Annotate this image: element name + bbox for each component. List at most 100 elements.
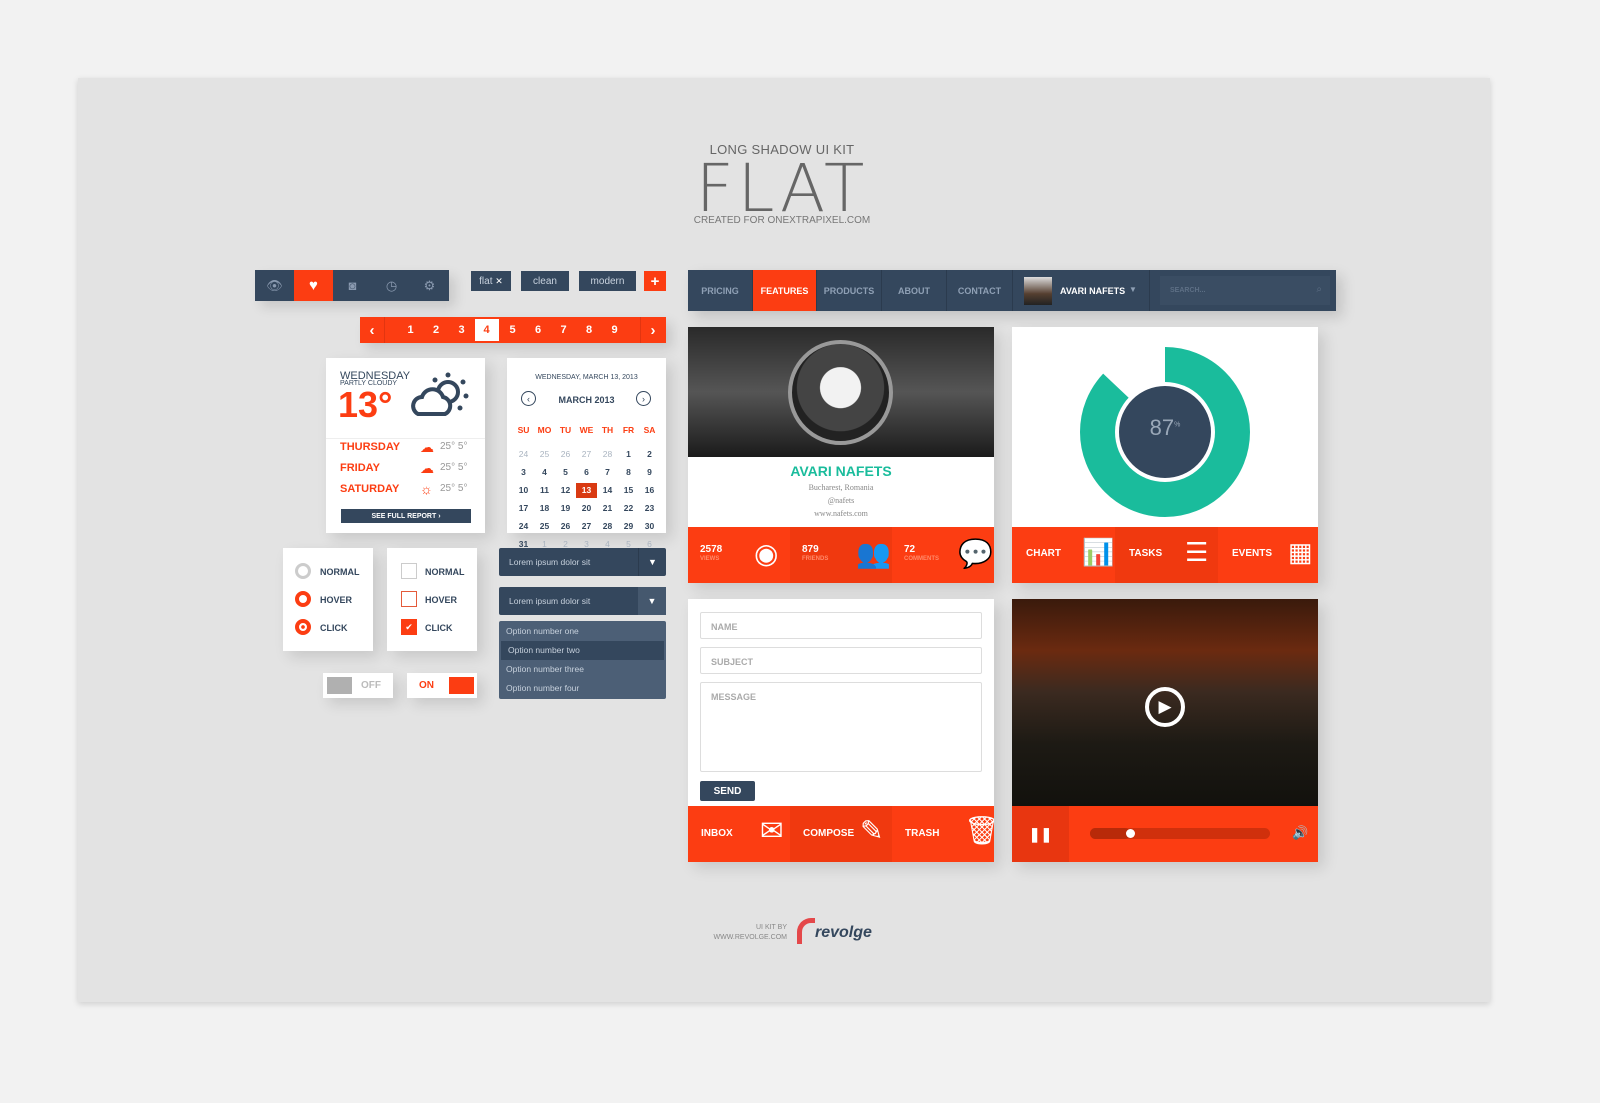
nav-about[interactable]: ABOUT xyxy=(882,270,947,311)
calendar-day[interactable]: 25 xyxy=(534,519,555,534)
calendar-day[interactable]: 27 xyxy=(576,447,597,462)
calendar-day[interactable]: 20 xyxy=(576,501,597,516)
search-icon[interactable]: ⌕ xyxy=(1316,284,1322,295)
stat-friends[interactable]: 879 FRIENDS 👥 xyxy=(790,527,892,583)
calendar-day[interactable]: 12 xyxy=(555,483,576,498)
volume-icon[interactable]: 🔊 xyxy=(1292,825,1308,841)
calendar-day[interactable]: 23 xyxy=(639,501,660,516)
calendar-day[interactable]: 15 xyxy=(618,483,639,498)
dropdown-option[interactable]: Option number three xyxy=(499,660,666,679)
tag-flat[interactable]: flat ✕ xyxy=(471,271,511,291)
calendar-day[interactable]: 14 xyxy=(597,483,618,498)
close-icon[interactable]: ✕ xyxy=(495,276,503,287)
gear-icon[interactable]: ⚙ xyxy=(410,270,449,301)
heart-icon[interactable]: ♥ xyxy=(294,270,333,301)
calendar-day[interactable]: 3 xyxy=(513,465,534,480)
dropdown-option[interactable]: Option number two xyxy=(501,641,664,660)
mail-compose[interactable]: COMPOSE ✎ xyxy=(790,806,892,862)
message-textarea[interactable]: MESSAGE xyxy=(700,682,982,772)
calendar-day[interactable]: 7 xyxy=(597,465,618,480)
calendar-day[interactable]: 1 xyxy=(618,447,639,462)
radio-button[interactable] xyxy=(295,591,311,607)
calendar-day[interactable]: 2 xyxy=(639,447,660,462)
user-menu[interactable]: AVARI NAFETS ▼ xyxy=(1013,270,1150,311)
search-input[interactable]: SEARCH... ⌕ xyxy=(1160,276,1330,305)
widget-events[interactable]: EVENTS ▦ xyxy=(1218,527,1318,583)
page-8[interactable]: 8 xyxy=(577,317,602,343)
calendar-day[interactable]: 8 xyxy=(618,465,639,480)
calendar-day[interactable]: 22 xyxy=(618,501,639,516)
calendar-day[interactable]: 19 xyxy=(555,501,576,516)
profile-handle[interactable]: @nafets xyxy=(688,496,994,505)
widget-chart[interactable]: CHART 📊 xyxy=(1012,527,1115,583)
calendar-day[interactable]: 28 xyxy=(597,519,618,534)
calendar-day[interactable]: 16 xyxy=(639,483,660,498)
caret-down-icon[interactable]: ▼ xyxy=(638,548,666,576)
calendar-day[interactable]: 6 xyxy=(576,465,597,480)
page-5[interactable]: 5 xyxy=(500,317,525,343)
dropdown-closed[interactable]: Lorem ipsum dolor sit ▼ xyxy=(499,548,666,576)
seek-handle[interactable] xyxy=(1126,829,1135,838)
mail-trash[interactable]: TRASH 🗑 xyxy=(892,806,994,862)
clock-icon[interactable]: ◷ xyxy=(372,270,411,301)
tag-modern[interactable]: modern xyxy=(579,271,636,291)
page-9[interactable]: 9 xyxy=(602,317,627,343)
checkbox[interactable] xyxy=(401,563,417,579)
calendar-day[interactable]: 26 xyxy=(555,519,576,534)
calendar-day[interactable]: 10 xyxy=(513,483,534,498)
calendar-day[interactable]: 26 xyxy=(555,447,576,462)
page-4[interactable]: 4 xyxy=(474,319,499,341)
stat-views[interactable]: 2578 VIEWS ◉ xyxy=(688,527,790,583)
toggle-on[interactable]: ON xyxy=(407,673,477,698)
calendar-day[interactable]: 30 xyxy=(639,519,660,534)
dropdown-open[interactable]: Lorem ipsum dolor sit ▼ xyxy=(499,587,666,615)
checkbox[interactable]: ✔ xyxy=(401,619,417,635)
nav-products[interactable]: PRODUCTS xyxy=(817,270,882,311)
add-tag-button[interactable]: + xyxy=(644,271,666,291)
calendar-day[interactable]: 24 xyxy=(513,519,534,534)
nav-pricing[interactable]: PRICING xyxy=(688,270,753,311)
calendar-day[interactable]: 24 xyxy=(513,447,534,462)
send-button[interactable]: SEND xyxy=(700,781,755,801)
profile-website[interactable]: www.nafets.com xyxy=(688,509,994,518)
dropdown-option[interactable]: Option number one xyxy=(499,622,666,641)
calendar-day[interactable]: 25 xyxy=(534,447,555,462)
calendar-day[interactable]: 13 xyxy=(576,483,597,498)
page-3[interactable]: 3 xyxy=(449,317,474,343)
next-month-button[interactable]: › xyxy=(636,391,651,406)
name-input[interactable]: NAME xyxy=(700,612,982,639)
page-7[interactable]: 7 xyxy=(551,317,576,343)
caret-down-icon[interactable]: ▼ xyxy=(638,587,666,615)
calendar-day[interactable]: 27 xyxy=(576,519,597,534)
camera-icon[interactable]: ◙ xyxy=(333,270,372,301)
footer-url[interactable]: WWW.REVOLGE.COM xyxy=(650,934,788,941)
play-icon[interactable]: ▶ xyxy=(1145,687,1185,727)
calendar-day[interactable]: 29 xyxy=(618,519,639,534)
subject-input[interactable]: SUBJECT xyxy=(700,647,982,674)
calendar-day[interactable]: 21 xyxy=(597,501,618,516)
eye-icon[interactable]: 👁 xyxy=(255,270,294,301)
radio-button[interactable] xyxy=(295,619,311,635)
see-full-report-button[interactable]: SEE FULL REPORT › xyxy=(341,509,471,523)
nav-features[interactable]: FEATURES xyxy=(753,270,817,311)
widget-tasks[interactable]: TASKS ☰ xyxy=(1115,527,1218,583)
page-1[interactable]: 1 xyxy=(398,317,423,343)
calendar-day[interactable]: 11 xyxy=(534,483,555,498)
tag-clean[interactable]: clean xyxy=(521,271,569,291)
stat-comments[interactable]: 72 COMMENTS 💬 xyxy=(892,527,994,583)
nav-contact[interactable]: CONTACT xyxy=(947,270,1013,311)
seek-bar[interactable] xyxy=(1090,828,1270,839)
toggle-off[interactable]: OFF xyxy=(323,673,393,698)
calendar-day[interactable]: 9 xyxy=(639,465,660,480)
chevron-left-icon[interactable]: ‹ xyxy=(360,317,385,343)
calendar-day[interactable]: 18 xyxy=(534,501,555,516)
mail-inbox[interactable]: INBOX ✉ xyxy=(688,806,790,862)
page-6[interactable]: 6 xyxy=(526,317,551,343)
radio-button[interactable] xyxy=(295,563,311,579)
page-2[interactable]: 2 xyxy=(424,317,449,343)
pause-icon[interactable]: ❚❚ xyxy=(1012,806,1069,862)
calendar-day[interactable]: 5 xyxy=(555,465,576,480)
calendar-day[interactable]: 4 xyxy=(534,465,555,480)
checkbox[interactable] xyxy=(401,591,417,607)
dropdown-option[interactable]: Option number four xyxy=(499,679,666,698)
